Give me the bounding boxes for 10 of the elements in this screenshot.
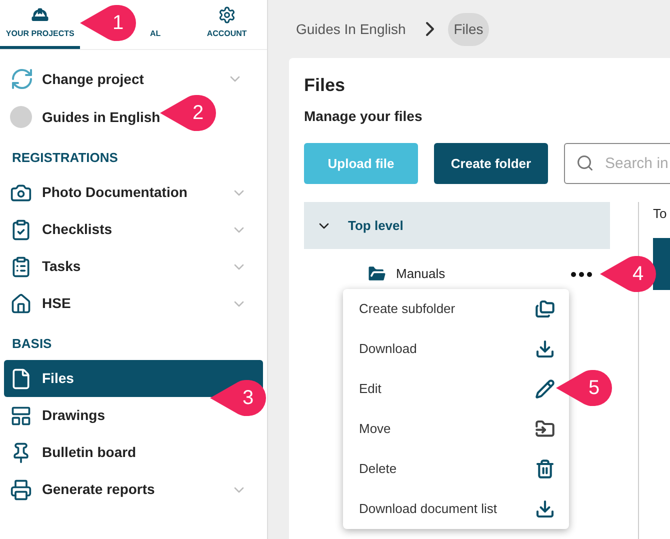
callout-tooltip: 4 xyxy=(598,254,658,294)
callout-tooltip: 1 xyxy=(78,3,138,43)
panel-title: Files xyxy=(304,74,346,97)
column-heading: To xyxy=(653,205,668,223)
callout-tooltip: 5 xyxy=(554,368,614,408)
callout-tooltip: 2 xyxy=(158,93,218,133)
callout-tooltip: 3 xyxy=(208,378,268,418)
section-heading: REGISTRATIONS xyxy=(11,149,119,166)
panel-subtitle: Manage your files xyxy=(304,107,424,126)
section-heading: BASIS xyxy=(11,335,53,352)
